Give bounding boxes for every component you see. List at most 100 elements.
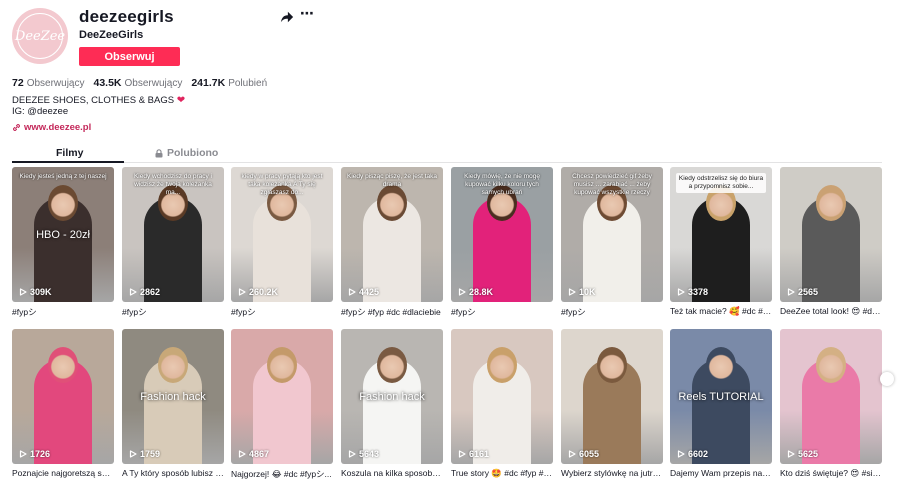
play-icon (129, 288, 137, 296)
view-count: 6055 (568, 449, 599, 459)
video-thumbnail[interactable]: 2565 (780, 167, 882, 302)
video-card[interactable]: 1726 Poznajcie najgoretszą suki... (12, 329, 114, 478)
avatar-ring: DeeZee (15, 13, 65, 59)
person-head (158, 347, 188, 383)
play-icon (568, 288, 576, 296)
active-tab-indicator (12, 161, 124, 163)
tab-liked[interactable]: Polubiono (155, 147, 218, 159)
video-caption[interactable]: #fypシ (561, 306, 663, 318)
view-count-value: 2565 (798, 287, 819, 297)
video-overlay-text: Kiedy mówię, że nie mogę kupować kilku k… (464, 173, 540, 196)
profile-link[interactable]: www.deezee.pl (12, 122, 91, 133)
tab-liked-label: Polubiono (167, 147, 219, 159)
video-center-text: Fashion hack (359, 391, 425, 403)
video-overlay-text: Kiedy wchodzisz do pracy i widzisz że tw… (133, 173, 213, 196)
video-card[interactable]: 6055 Wybierz stylówkę na jutro ... (561, 329, 663, 478)
share-icon[interactable] (280, 10, 294, 24)
person-head (816, 185, 846, 221)
more-icon[interactable]: ⋯ (300, 6, 314, 22)
video-thumbnail[interactable]: Kiedy jesteś jedną z tej naszej HBO - 20z… (12, 167, 114, 302)
video-card[interactable]: Kiedy pisząc piszę, że jest taka drama 44… (341, 167, 443, 318)
play-icon (568, 450, 576, 458)
link-icon (13, 124, 20, 131)
play-icon (458, 288, 466, 296)
bio-text: DEEZEE SHOES, CLOTHES & BAGS (12, 95, 175, 106)
play-icon (19, 450, 27, 458)
video-caption[interactable]: #fypシ #fyp #dc #dlaciebie (341, 306, 443, 318)
video-caption[interactable]: True story 🤩 #dc #fyp #v... (451, 468, 553, 479)
lock-icon (155, 148, 163, 157)
view-count-value: 10K (579, 287, 596, 297)
video-caption[interactable]: Najgorzej! 😂 #dc #fypシ... (231, 468, 333, 480)
video-thumbnail[interactable]: Reels TUTORIAL 6602 (670, 329, 772, 464)
video-thumbnail[interactable]: kiedy w pracy pytają kto jest taka koleż… (231, 167, 333, 302)
video-card[interactable]: Chcesz powiedzieć gif żeby musisz ... za… (561, 167, 663, 318)
video-thumbnail[interactable]: Kiedy odstrzelisz się do biura a przypom… (670, 167, 772, 302)
video-caption[interactable]: A Ty który sposób lubisz n... (122, 468, 224, 478)
video-center-text: Fashion hack (140, 391, 206, 403)
video-caption[interactable]: #fypシ (451, 306, 553, 318)
video-card[interactable]: Kiedy mówię, że nie mogę kupować kilku k… (451, 167, 553, 318)
video-thumbnail[interactable]: 5625 (780, 329, 882, 464)
tab-videos[interactable]: Filmy (56, 147, 83, 159)
person-head (597, 347, 627, 383)
video-card[interactable]: Reels TUTORIAL 6602 Dajemy Wam przepis na … (670, 329, 772, 478)
video-caption[interactable]: Dajemy Wam przepis na fil... (670, 468, 772, 478)
view-count-value: 1726 (30, 449, 51, 459)
video-caption[interactable]: Poznajcie najgoretszą suki... (12, 468, 114, 478)
follow-button[interactable]: Obserwuj (79, 47, 180, 66)
video-thumbnail[interactable]: Kiedy pisząc piszę, że jest taka drama 44… (341, 167, 443, 302)
video-thumbnail[interactable]: 6161 (451, 329, 553, 464)
video-caption[interactable]: Wybierz stylówkę na jutro ... (561, 468, 663, 478)
video-caption[interactable]: Też tak macie? 🥰 #dc #d... (670, 306, 772, 317)
view-count-value: 28.8K (469, 287, 494, 297)
play-icon (238, 450, 246, 458)
person-head (377, 185, 407, 221)
video-card[interactable]: kiedy w pracy pytają kto jest taka koleż… (231, 167, 333, 318)
video-card[interactable]: Fashion hack 5643 Koszula na kilka sposobó… (341, 329, 443, 478)
stat-value: 241.7K (191, 77, 226, 89)
video-caption[interactable]: Koszula na kilka sposobów... (341, 468, 443, 478)
video-thumbnail[interactable]: Chcesz powiedzieć gif żeby musisz ... za… (561, 167, 663, 302)
view-count-value: 6602 (688, 449, 709, 459)
video-card[interactable]: 4867 Najgorzej! 😂 #dc #fypシ... (231, 329, 333, 480)
video-caption[interactable]: #fypシ (122, 306, 224, 318)
stat-following: 72 Obserwujący (12, 77, 85, 89)
video-caption[interactable]: Kto dziś świętuje? 😍 #sin... (780, 468, 882, 479)
view-count-value: 5643 (359, 449, 380, 459)
view-count: 4425 (348, 287, 379, 297)
play-icon (348, 288, 356, 296)
view-count: 2862 (129, 287, 160, 297)
video-overlay-text: kiedy w pracy pytają kto jest taka koleż… (241, 173, 323, 196)
video-caption[interactable]: DeeZee total look! 😍 #dc... (780, 306, 882, 317)
avatar[interactable]: DeeZee (12, 8, 68, 64)
scroll-handle[interactable] (880, 372, 894, 386)
video-overlay-text: Kiedy odstrzelisz się do biura a przypom… (676, 173, 766, 193)
video-card[interactable]: Kiedy wchodzisz do pracy i widzisz że tw… (122, 167, 224, 318)
video-thumbnail[interactable]: Fashion hack 1759 (122, 329, 224, 464)
view-count: 2565 (787, 287, 818, 297)
video-card[interactable]: Kiedy odstrzelisz się do biura a przypom… (670, 167, 772, 317)
profile-stats: 72 Obserwujący 43.5K Obserwujący 241.7K Pol… (12, 77, 267, 89)
video-thumbnail[interactable]: 6055 (561, 329, 663, 464)
person-head (377, 347, 407, 383)
stat-value: 72 (12, 77, 24, 89)
video-caption[interactable]: #fypシ (231, 306, 333, 318)
video-thumbnail[interactable]: Kiedy mówię, że nie mogę kupować kilku k… (451, 167, 553, 302)
video-thumbnail[interactable]: Kiedy wchodzisz do pracy i widzisz że tw… (122, 167, 224, 302)
view-count: 5625 (787, 449, 818, 459)
video-card[interactable]: Fashion hack 1759 A Ty który sposób lubisz… (122, 329, 224, 478)
video-card[interactable]: 5625 Kto dziś świętuje? 😍 #sin... (780, 329, 882, 479)
video-thumbnail[interactable]: 1726 (12, 329, 114, 464)
video-thumbnail[interactable]: Fashion hack 5643 (341, 329, 443, 464)
video-overlay-text: Chcesz powiedzieć gif żeby musisz ... za… (572, 173, 652, 196)
person-head (706, 347, 736, 383)
view-count: 3378 (677, 287, 708, 297)
video-card[interactable]: 6161 True story 🤩 #dc #fyp #v... (451, 329, 553, 479)
video-thumbnail[interactable]: 4867 (231, 329, 333, 464)
video-card[interactable]: 2565 DeeZee total look! 😍 #dc... (780, 167, 882, 317)
video-caption[interactable]: #fypシ (12, 306, 114, 318)
bio-line-1: DEEZEE SHOES, CLOTHES & BAGS ❤ (12, 95, 185, 106)
video-card[interactable]: Kiedy jesteś jedną z tej naszej HBO - 20z… (12, 167, 114, 318)
view-count: 6602 (677, 449, 708, 459)
